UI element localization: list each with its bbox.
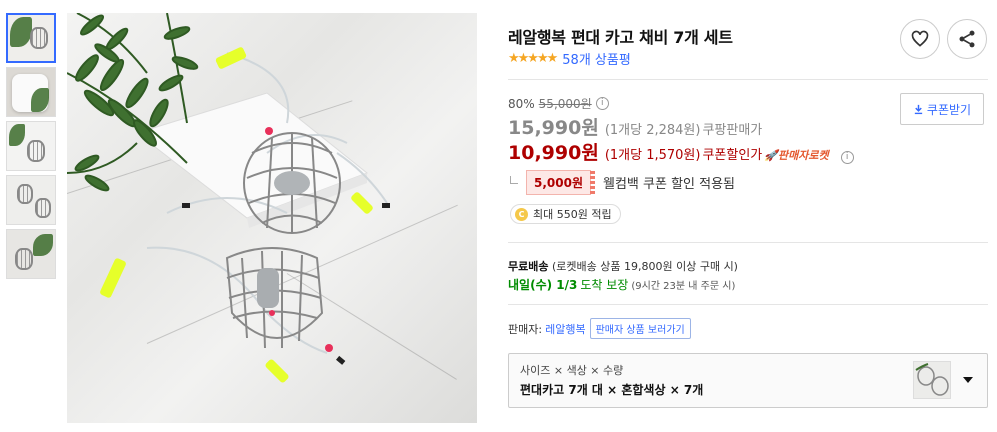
option-value: 편대카고 7개 대 × 혼합색상 × 7개: [520, 383, 704, 397]
seller-rocket-badge: 🚀판매자로켓: [764, 149, 829, 162]
divider: [508, 242, 988, 243]
chevron-down-icon[interactable]: [963, 377, 973, 383]
discount-rate: 80%: [508, 96, 535, 111]
review-count-link[interactable]: 58개 상품평: [562, 49, 631, 68]
free-shipping-desc: (로켓배송 상품 19,800원 이상 구매 시): [551, 260, 738, 273]
welcome-coupon-chip: 5,000원: [526, 170, 595, 195]
seller-products-link[interactable]: 판매자 상품 보러가기: [589, 318, 691, 339]
rating-row[interactable]: ★★★★★ 58개 상품평: [508, 49, 631, 68]
original-price: 55,000원: [538, 97, 592, 111]
reward-points-badge: C 최대 550원 적립: [510, 204, 621, 224]
option-thumbnail: [913, 361, 951, 399]
wishlist-button[interactable]: [900, 19, 940, 59]
info-icon[interactable]: i: [595, 97, 609, 110]
welcome-coupon-row: 5,000원 웰컴백 쿠폰 할인 적용됨: [508, 170, 735, 195]
divider: [508, 304, 988, 305]
seller-price-label: 쿠팡판매가: [702, 123, 763, 138]
download-icon: [914, 104, 923, 114]
reward-points-text: 최대 550원 적립: [533, 208, 612, 221]
thumbnail-5[interactable]: [6, 229, 56, 279]
heart-icon: [911, 30, 929, 47]
shipping-row: 무료배송 (로켓배송 상품 19,800원 이상 구매 시): [508, 258, 738, 274]
coupon-button-label: 쿠폰받기: [926, 102, 972, 117]
rocket-icon: 🚀: [764, 149, 778, 162]
order-cutoff: (9시간 23분 내 주문 시): [631, 281, 736, 292]
seller-unit-price: (1개당 2,284원): [604, 123, 701, 138]
share-button[interactable]: [947, 19, 987, 59]
arrival-row: 내일(수) 1/3 도착 보장 (9시간 23분 내 주문 시): [508, 276, 735, 293]
divider: [508, 79, 988, 80]
seller-name-link[interactable]: 레알행복: [545, 321, 585, 337]
coin-icon: C: [515, 207, 528, 221]
seller-price-row: 15,990원 (1개당 2,284원) 쿠팡판매가: [508, 113, 762, 140]
welcome-coupon-text: 웰컴백 쿠폰 할인 적용됨: [603, 177, 735, 192]
free-shipping-label: 무료배송: [508, 260, 549, 273]
main-product-image[interactable]: [67, 13, 477, 423]
coupon-price: 10,990원: [508, 142, 599, 164]
rating-stars: ★★★★★: [508, 51, 558, 66]
indent-corner: [510, 175, 518, 184]
option-select[interactable]: 사이즈 × 색상 × 수량 편대카고 7개 대 × 혼합색상 × 7개: [508, 353, 988, 408]
coupon-unit-price: (1개당 1,570원): [604, 148, 701, 163]
product-title: 레알행복 편대 카고 채비 7개 세트: [508, 28, 733, 47]
option-label: 사이즈 × 색상 × 수량: [520, 364, 624, 377]
arrival-desc: 도착 보장: [580, 278, 629, 292]
seller-label: 판매자:: [508, 322, 543, 336]
thumbnail-1[interactable]: [6, 13, 56, 63]
coupon-download-button[interactable]: 쿠폰받기: [900, 93, 984, 125]
arrival-day: 내일(수) 1/3: [508, 278, 578, 292]
info-icon[interactable]: i: [840, 151, 854, 164]
thumbnail-3[interactable]: [6, 121, 56, 171]
product-photo: [67, 13, 390, 383]
seller-price: 15,990원: [508, 117, 599, 139]
coupon-price-row: 10,990원 (1개당 1,570원) 쿠폰할인가 🚀판매자로켓 i: [508, 138, 854, 165]
thumbnail-list: [6, 13, 58, 283]
thumbnail-4[interactable]: [6, 175, 56, 225]
share-icon: [959, 30, 975, 48]
product-info: 레알행복 편대 카고 채비 7개 세트 ★★★★★ 58개 상품평 80% 55…: [508, 0, 988, 432]
seller-row: 판매자: 레알행복 판매자 상품 보러가기: [508, 318, 691, 339]
thumbnail-2[interactable]: [6, 67, 56, 117]
coupon-price-label: 쿠폰할인가: [702, 148, 763, 163]
discount-row: 80% 55,000원 i: [508, 95, 609, 112]
